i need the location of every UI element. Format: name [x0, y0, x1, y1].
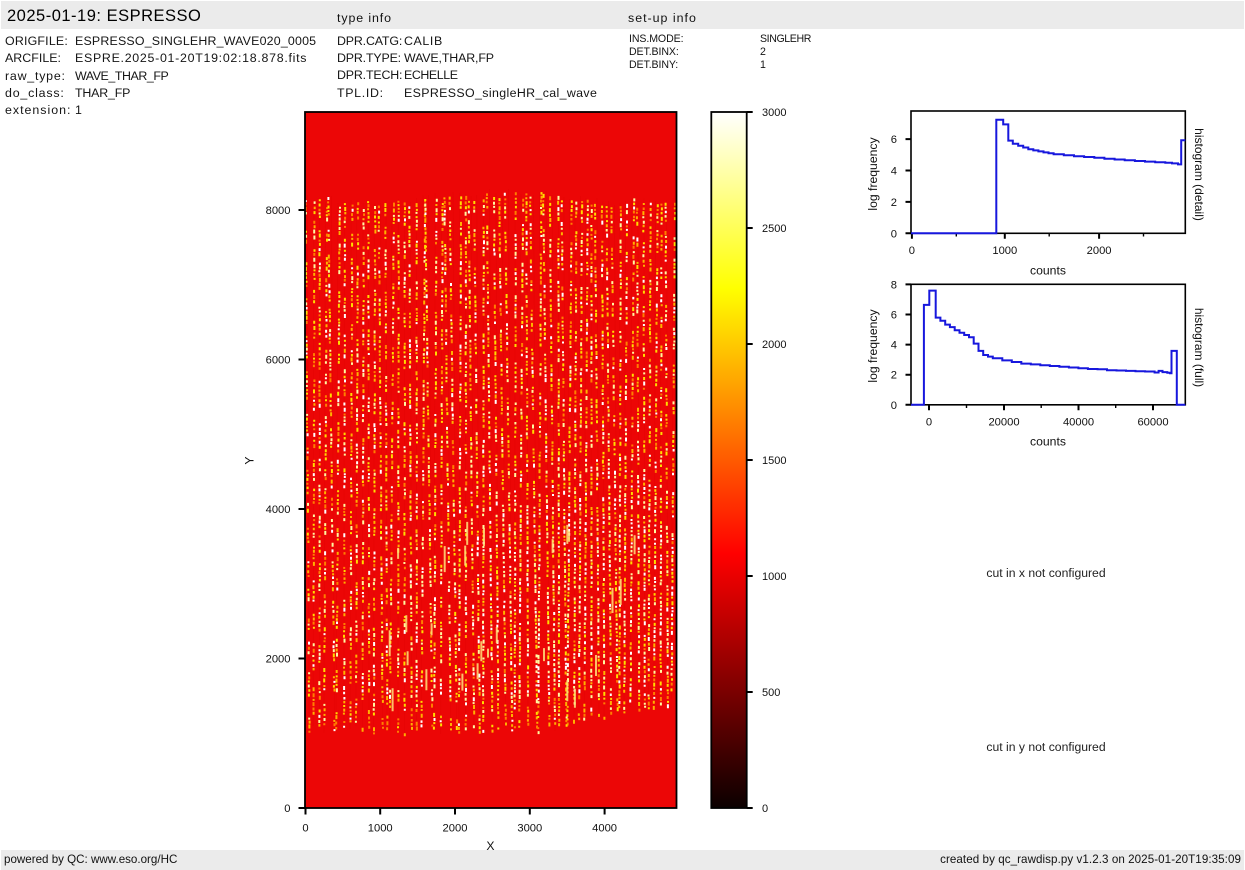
- svg-text:log frequency: log frequency: [866, 309, 880, 383]
- svg-text:0: 0: [909, 245, 915, 257]
- svg-text:1000: 1000: [992, 245, 1017, 257]
- svg-text:0: 0: [284, 803, 290, 815]
- svg-text:0: 0: [302, 823, 308, 835]
- svg-text:0: 0: [762, 803, 768, 815]
- svg-text:histogram (full): histogram (full): [1192, 308, 1206, 387]
- svg-text:6: 6: [891, 310, 897, 322]
- svg-text:3000: 3000: [517, 823, 542, 835]
- svg-text:log frequency: log frequency: [866, 137, 880, 211]
- svg-text:6: 6: [891, 134, 897, 146]
- svg-text:40000: 40000: [1063, 417, 1094, 429]
- svg-text:counts: counts: [1030, 263, 1066, 277]
- svg-text:2: 2: [891, 370, 897, 382]
- svg-text:60000: 60000: [1137, 417, 1168, 429]
- svg-text:X: X: [486, 839, 494, 853]
- svg-text:8000: 8000: [266, 205, 291, 217]
- svg-text:2000: 2000: [443, 823, 468, 835]
- svg-text:3000: 3000: [762, 107, 786, 119]
- svg-text:1000: 1000: [762, 571, 786, 583]
- svg-text:6000: 6000: [266, 355, 291, 367]
- svg-text:4: 4: [891, 166, 897, 178]
- svg-text:2000: 2000: [762, 339, 786, 351]
- svg-text:2500: 2500: [762, 223, 786, 235]
- svg-text:1000: 1000: [368, 823, 393, 835]
- svg-text:histogram (detail): histogram (detail): [1192, 128, 1206, 221]
- svg-text:2000: 2000: [1087, 245, 1112, 257]
- svg-text:0: 0: [891, 228, 897, 240]
- svg-text:cut in y not configured: cut in y not configured: [986, 740, 1105, 754]
- svg-text:0: 0: [926, 417, 932, 429]
- svg-text:0: 0: [891, 400, 897, 412]
- svg-text:2000: 2000: [266, 654, 291, 666]
- svg-text:4000: 4000: [266, 504, 291, 516]
- svg-text:4: 4: [891, 340, 897, 352]
- svg-text:20000: 20000: [988, 417, 1019, 429]
- svg-text:counts: counts: [1030, 435, 1066, 449]
- svg-text:Y: Y: [242, 456, 256, 464]
- svg-text:cut in x not configured: cut in x not configured: [986, 566, 1105, 580]
- svg-text:4000: 4000: [592, 823, 617, 835]
- svg-text:1500: 1500: [762, 455, 786, 467]
- svg-text:8: 8: [891, 279, 897, 291]
- svg-text:500: 500: [762, 687, 780, 699]
- svg-text:2: 2: [891, 197, 897, 209]
